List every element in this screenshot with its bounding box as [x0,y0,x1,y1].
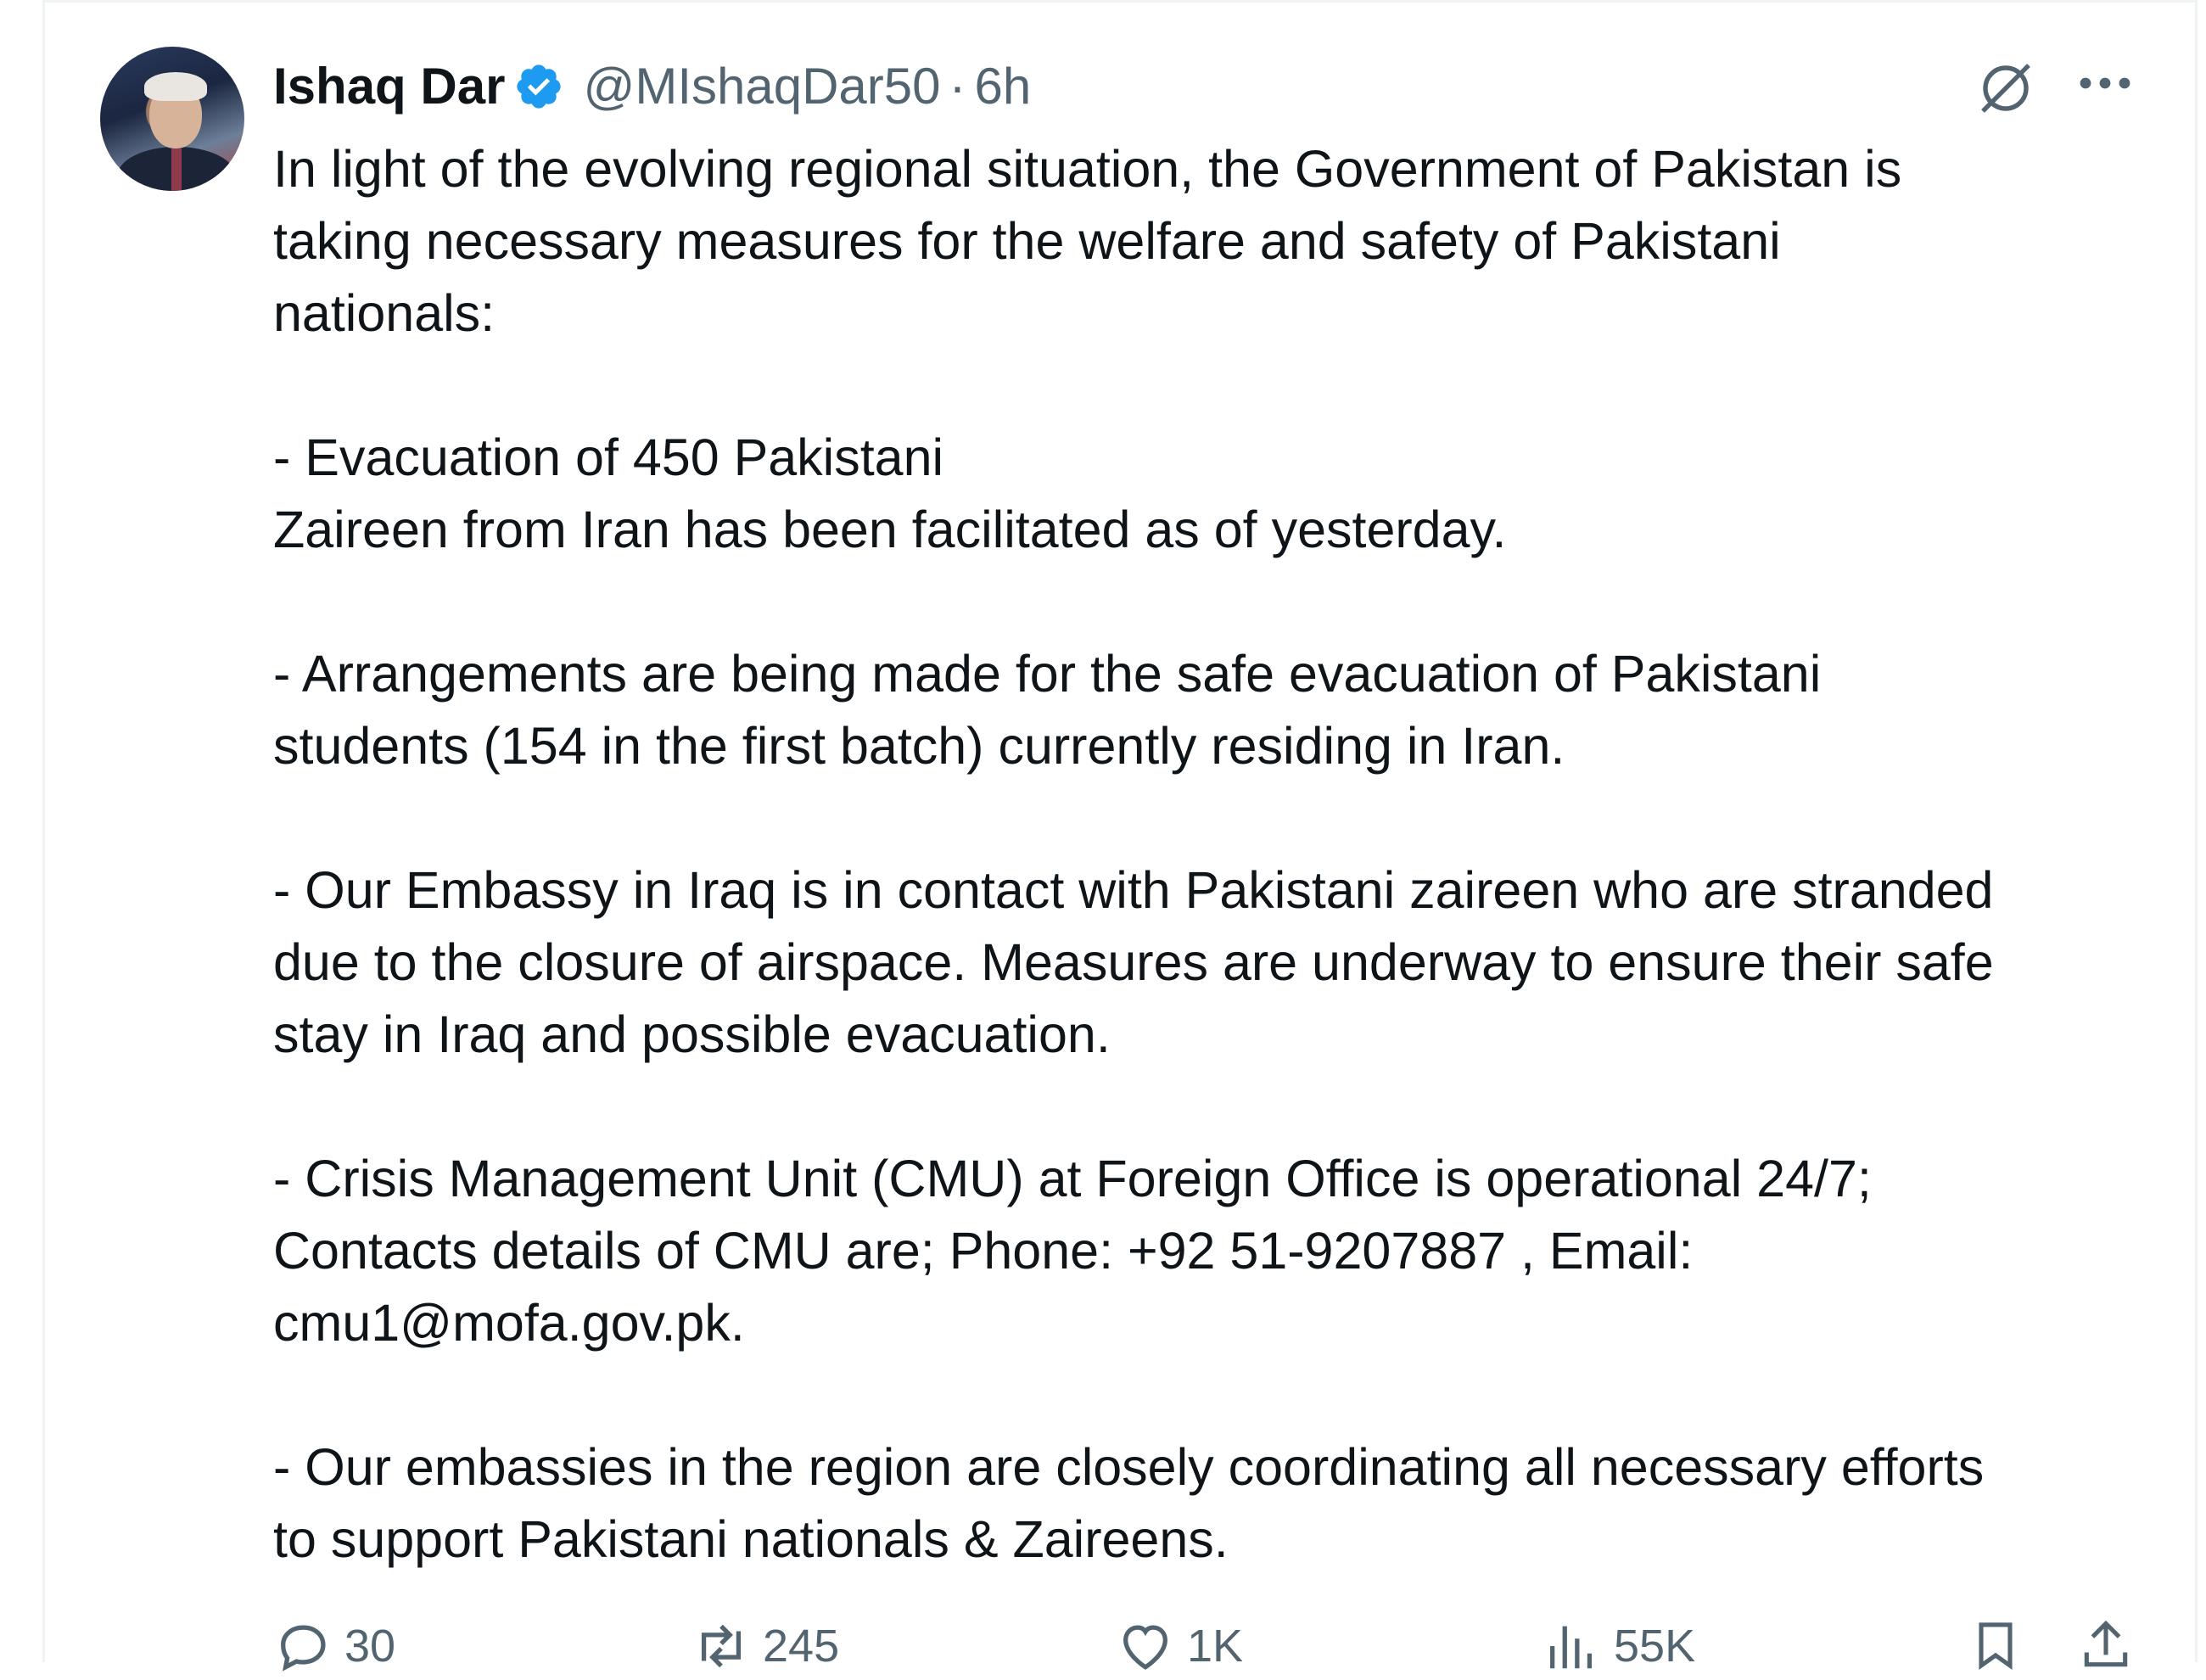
repost-icon [701,1624,742,1668]
tweet-line: - Arrangements are being made for the sa… [273,645,1822,703]
reply-button[interactable]: 30 [273,1612,395,1680]
tweet-line: Contacts details of CMU are; Phone: +92 … [273,1222,1694,1280]
avatar[interactable] [100,47,244,191]
tweet-header: Ishaq Dar @MIshaqDar50 · 6h [273,53,1031,120]
tweet-line: - Our embassies in the region are closel… [273,1438,1985,1496]
tweet-line [273,350,2165,422]
repost-button[interactable]: 245 [691,1612,839,1680]
author-handle[interactable]: @MIshaqDar50 [583,53,940,120]
tweet-line: to support Pakistani nationals & Zaireen… [273,1510,1229,1568]
like-button[interactable]: 1K [1116,1612,1243,1680]
tweet-line [273,782,2165,854]
views-count: 55K [1614,1621,1696,1672]
tweet-line: In light of the evolving regional situat… [273,140,1902,198]
tweet-text: In light of the evolving regional situat… [273,133,2165,1576]
tweet-line: due to the closure of airspace. Measures… [273,933,1994,991]
tweet-line: stay in Iraq and possible evacuation. [273,1005,1111,1063]
repost-count: 245 [763,1621,840,1672]
views-icon [1550,1626,1593,1669]
verified-badge-icon [517,64,562,109]
tweet-line [273,1359,2165,1431]
timestamp[interactable]: 6h [975,53,1032,120]
author-name[interactable]: Ishaq Dar [273,53,505,120]
grok-icon[interactable] [1975,58,2036,119]
action-bar: 30 245 1K 55K [0,1612,2206,1680]
separator-dot: · [949,58,966,115]
like-count: 1K [1187,1621,1244,1672]
tweet-line: - Our Embassy in Iraq is in contact with… [273,861,1994,919]
tweet-line [273,1071,2165,1143]
views-button[interactable]: 55K [1543,1612,1695,1680]
tweet-line: cmu1@mofa.gov.pk. [273,1294,745,1352]
share-icon[interactable] [2077,1616,2135,1674]
like-icon [1123,1625,1167,1670]
tweet-line: - Crisis Management Unit (CMU) at Foreig… [273,1150,1872,1207]
tweet-line: - Evacuation of 450 Pakistani [273,428,944,486]
reply-count: 30 [344,1621,396,1672]
tweet-line: Zaireen from Iran has been facilitated a… [273,501,1507,558]
tweet-line [273,566,2165,638]
tweet-line: students (154 in the first batch) curren… [273,717,1565,775]
tweet-line: nationals: [273,284,496,342]
bookmark-icon[interactable] [1967,1616,2024,1674]
tweet-line: taking necessary measures for the welfar… [273,212,1781,270]
more-icon[interactable] [2077,66,2133,100]
reply-icon [281,1625,326,1672]
